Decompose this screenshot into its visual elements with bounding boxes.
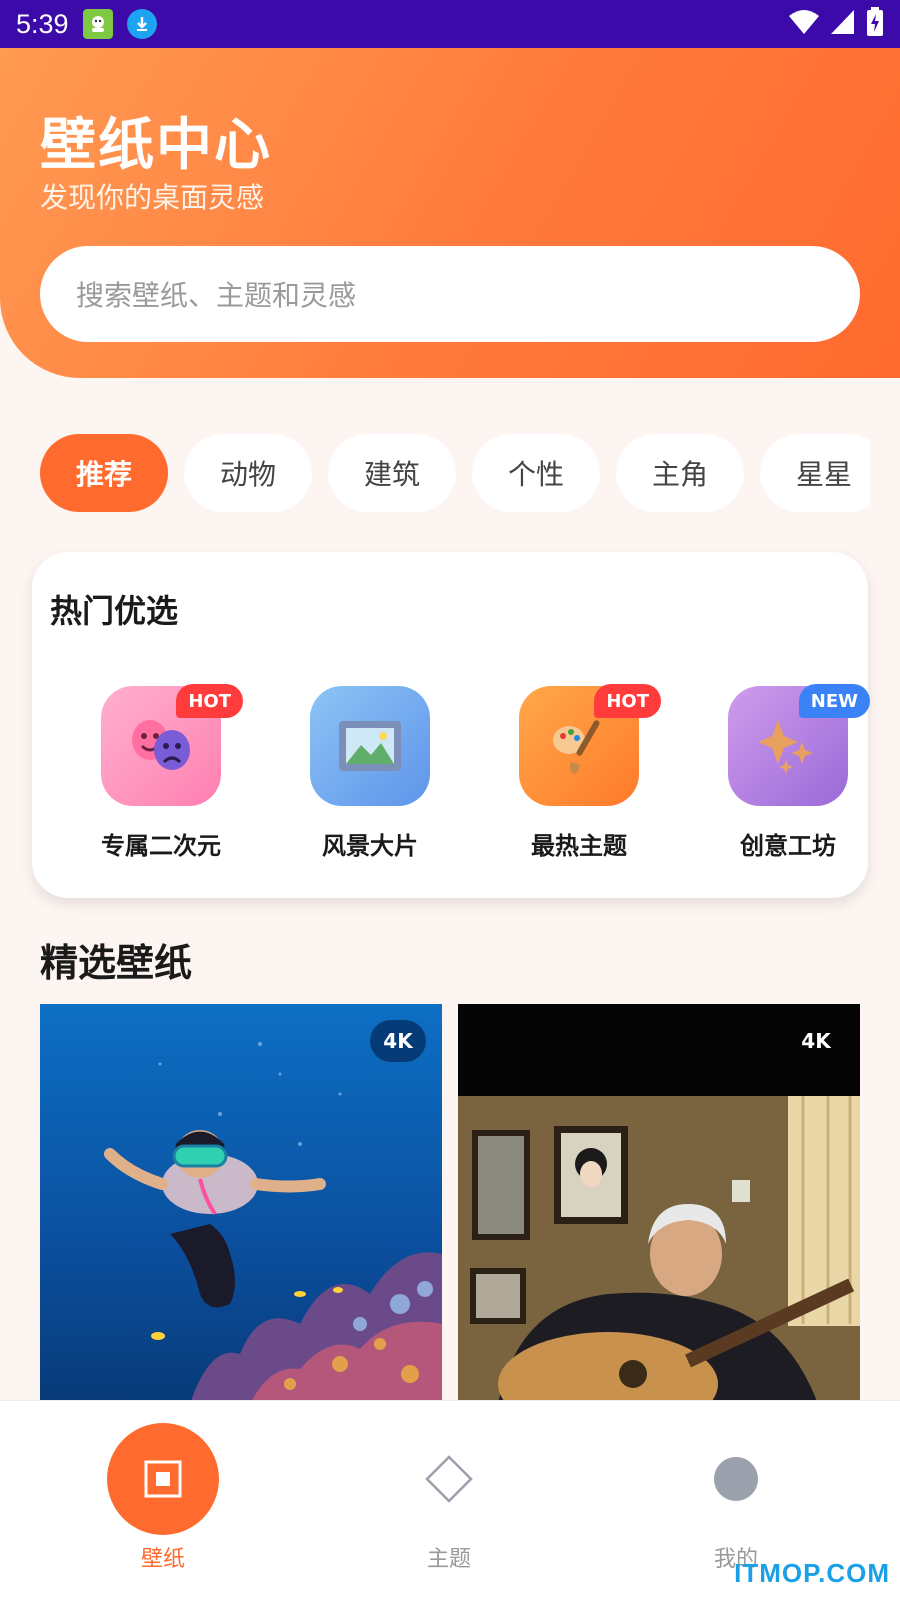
tab-stars[interactable]: 星星	[760, 434, 870, 512]
elderly-guitarist-photo	[458, 1004, 860, 1404]
status-icons	[788, 7, 884, 41]
header-banner: 壁纸中心 发现你的桌面灵感 搜索壁纸、主题和灵感	[0, 48, 900, 378]
tab-protagonist[interactable]: 主角	[616, 434, 744, 512]
status-bar: 5:39	[0, 0, 900, 48]
hot-item-label: 创意工坊	[740, 832, 836, 860]
battery-charging-icon	[866, 7, 884, 41]
wallpaper-card-underwater[interactable]: 4K	[40, 1004, 442, 1404]
hot-badge: HOT	[176, 684, 243, 718]
hot-picks-title: 热门优选	[50, 592, 179, 630]
nav-label: 壁纸	[140, 1547, 185, 1572]
diamond-icon	[393, 1423, 505, 1535]
search-placeholder: 搜索壁纸、主题和灵感	[76, 279, 357, 312]
category-tabs: 推荐 动物 建筑 个性 主角 星星	[40, 434, 870, 512]
resolution-badge: 4K	[370, 1020, 426, 1062]
featured-section-title: 精选壁纸	[40, 941, 193, 985]
search-input[interactable]: 搜索壁纸、主题和灵感	[40, 246, 860, 342]
wallpaper-card-guitarist[interactable]: 4K	[458, 1004, 860, 1404]
signal-icon	[830, 9, 856, 39]
tab-animals[interactable]: 动物	[184, 434, 312, 512]
hot-item-anime[interactable]: HOT 专属二次元	[71, 684, 251, 866]
tab-personality[interactable]: 个性	[472, 434, 600, 512]
framed-picture-icon	[310, 686, 430, 806]
download-icon	[126, 9, 157, 39]
tab-recommend[interactable]: 推荐	[40, 434, 168, 512]
page-subtitle: 发现你的桌面灵感	[40, 181, 265, 214]
hot-badge: HOT	[594, 684, 661, 718]
status-time: 5:39	[16, 8, 69, 39]
underwater-diver-photo	[40, 1004, 442, 1404]
hot-item-creative-workshop[interactable]: NEW 创意工坊	[698, 684, 878, 866]
nav-wallpaper[interactable]: 壁纸	[63, 1401, 263, 1600]
nav-theme[interactable]: 主题	[349, 1401, 549, 1600]
new-badge: NEW	[798, 684, 870, 718]
hot-item-label: 专属二次元	[101, 832, 221, 860]
tab-architecture[interactable]: 建筑	[328, 434, 456, 512]
square-icon	[107, 1423, 219, 1535]
wifi-icon	[788, 9, 820, 39]
nav-label: 主题	[426, 1547, 471, 1572]
circle-icon	[680, 1423, 792, 1535]
watermark-logo: ITMOP.COM	[734, 1558, 890, 1588]
resolution-badge: 4K	[801, 1029, 831, 1053]
page-title: 壁纸中心	[40, 113, 272, 178]
hot-item-label: 最热主题	[531, 832, 627, 860]
hot-item-scenery[interactable]: 风景大片	[280, 686, 460, 866]
hot-item-top-themes[interactable]: HOT 最热主题	[489, 684, 669, 866]
app-icon	[82, 9, 113, 39]
hot-item-label: 风景大片	[322, 832, 418, 860]
hot-picks-card: 热门优选 HOT 专属二次元 风景大片 HOT 最热主题 NEW 创意工坊	[32, 552, 870, 898]
